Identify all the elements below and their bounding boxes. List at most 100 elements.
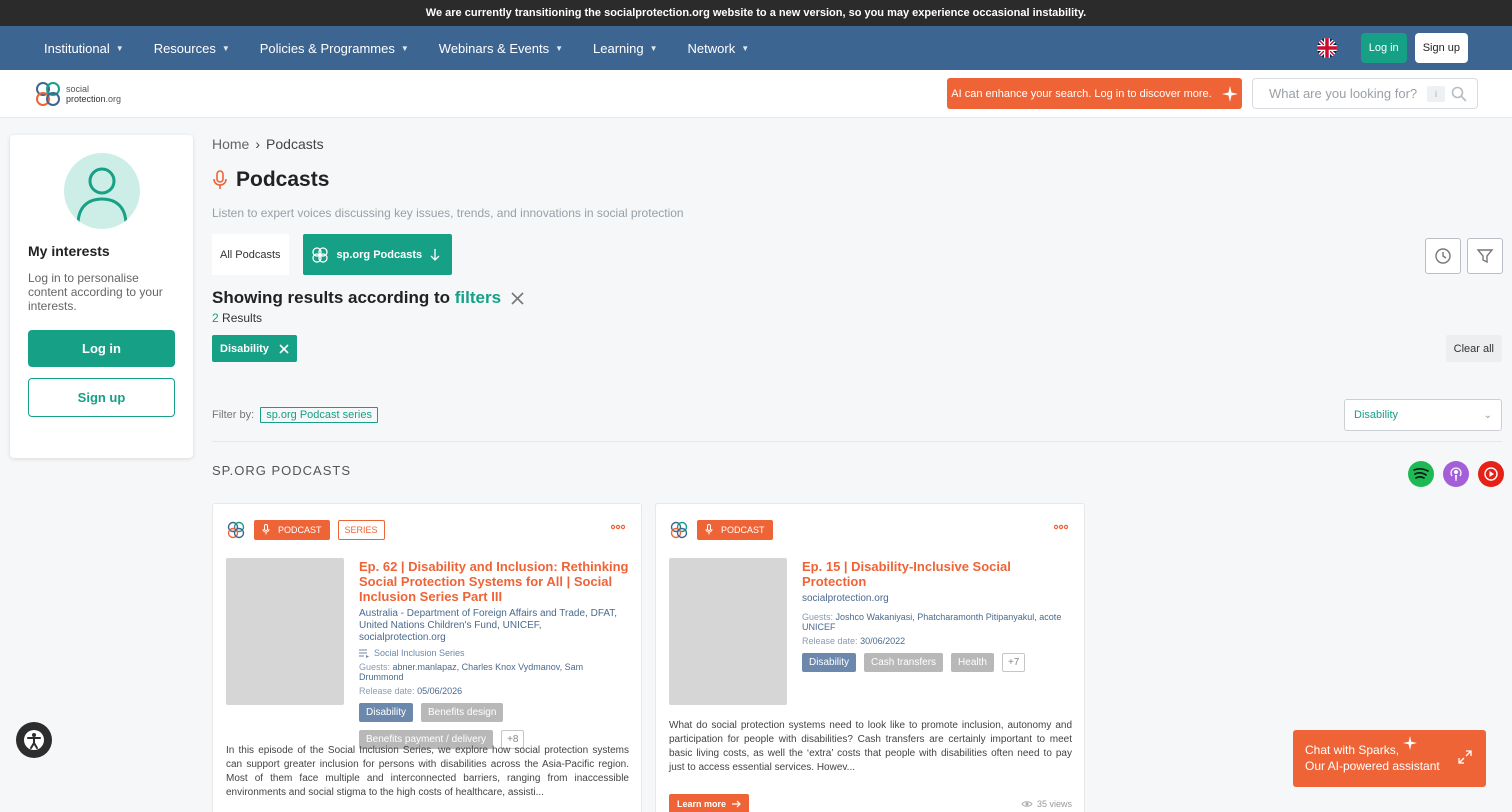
breadcrumb-home[interactable]: Home [212,136,249,152]
more-options-icon[interactable] [1054,524,1068,530]
results-label: Results [222,311,263,325]
nav-label: Policies & Programmes [259,40,395,56]
sparkle-icon [1403,736,1417,750]
release-label: Release date: [359,686,415,696]
podcast-card: PODCAST SERIES Ep. 62 | Disability and I… [212,503,642,812]
history-button[interactable] [1425,238,1461,274]
nav-policies-programmes[interactable]: Policies & Programmes ▼ [260,41,409,56]
tag[interactable]: Health [951,653,994,672]
login-button[interactable]: Log in [1360,33,1407,63]
results-heading: Showing results according to filters [212,288,1504,308]
search-placeholder: What are you looking for? [1269,86,1418,101]
caret-down-icon: ▼ [115,43,124,53]
ai-search-banner[interactable]: AI can enhance your search. Log in to di… [947,78,1242,109]
close-icon[interactable] [511,291,524,305]
tab-sporg-podcasts[interactable]: sp.org Podcasts [302,234,453,275]
results-heading-text: Showing results according to filters [212,288,501,308]
expand-icon [1458,750,1472,764]
filters-link[interactable]: filters [455,288,501,307]
results-number: 2 [212,311,219,325]
learn-more-label: Learn more [677,799,727,809]
playlist-icon [359,649,369,658]
clear-all-button[interactable]: Clear all [1445,335,1502,362]
nav-learning[interactable]: Learning ▼ [593,41,658,56]
search-input[interactable]: What are you looking for? i [1252,78,1478,109]
section-divider [212,441,1502,442]
logo-line: protection [66,93,106,104]
series-link[interactable]: Social Inclusion Series [359,648,629,658]
podcast-guests: Guests: abner.manlapaz, Charles Knox Vyd… [359,662,629,682]
filter-tag-series[interactable]: sp.org Podcast series [260,407,378,423]
filter-button[interactable] [1467,238,1503,274]
logo-line: social [66,83,90,94]
remove-chip-icon[interactable] [279,343,289,354]
top-navigation: Institutional ▼ Resources ▼ Policies & Pro… [0,26,1512,70]
filter-by-row: Filter by: sp.org Podcast series Disabil… [212,399,1504,431]
podcast-title[interactable]: Ep. 62 | Disability and Inclusion: Rethi… [359,559,629,604]
microphone-icon [705,524,713,535]
tag[interactable]: Cash transfers [864,653,944,672]
site-logo[interactable]: social protection.org [34,80,121,108]
apple-podcasts-icon[interactable] [1443,461,1469,487]
chip-label: Disability [220,342,269,355]
nav-resources[interactable]: Resources ▼ [154,41,230,56]
arrow-down-icon [430,248,440,261]
podcast-description: In this episode of the Social Inclusion … [226,745,629,798]
badge-label: PODCAST [278,524,322,535]
nav-network[interactable]: Network ▼ [688,41,750,56]
main-content: Home › Podcasts Podcasts Listen to exper… [212,118,1504,812]
learn-more-button[interactable]: Learn more [669,794,750,812]
podcast-release-date: Release date: 05/06/2026 [359,686,629,696]
tab-all-podcasts[interactable]: All Podcasts [212,234,289,275]
sidebar-login-button[interactable]: Log in [28,330,175,367]
ai-banner-text: AI can enhance your search. Log in to di… [951,87,1212,100]
nav-institutional[interactable]: Institutional ▼ [44,41,124,56]
guests-value: Joshco Wakaniyasi, Phatcharamonth Pitipa… [802,612,1062,632]
info-icon[interactable]: i [1427,85,1445,102]
site-header: social protection.org AI can enhance you… [0,70,1512,118]
more-options-icon[interactable] [611,524,625,530]
active-filters: Disability Clear all [212,335,1504,362]
caret-down-icon: ▼ [555,43,564,53]
podcast-thumbnail[interactable] [226,558,344,705]
nav-actions: Log in Sign up [1316,33,1468,63]
youtube-icon[interactable] [1478,461,1504,487]
chat-assistant-button[interactable]: Chat with Sparks, Our AI-powered assista… [1293,730,1486,787]
tag[interactable]: Disability [359,703,414,722]
topic-select[interactable]: Disability ⌄ [1344,399,1502,431]
spotify-icon[interactable] [1408,461,1434,487]
history-icon [1435,248,1451,264]
sporg-logo-icon [227,521,245,538]
card-info: Ep. 62 | Disability and Inclusion: Rethi… [359,559,629,749]
page-title-text: Podcasts [236,168,330,191]
chevron-down-icon: ⌄ [1483,409,1492,421]
podcast-release-date: Release date: 30/06/2022 [802,636,1072,646]
nav-label: Institutional [44,40,110,56]
results-count: 2 Results [212,311,1504,325]
interests-title: My interests [28,243,110,259]
podcast-title[interactable]: Ep. 15 | Disability-Inclusive Social Pro… [802,559,1072,589]
accessibility-button[interactable] [16,722,52,758]
tag[interactable]: Benefits design [421,703,504,722]
podcast-tags: Disability Benefits design Benefits paym… [359,703,629,749]
filter-icon [1476,249,1494,264]
chat-line2: Our AI-powered assistant [1305,759,1440,773]
uk-flag-icon[interactable] [1316,38,1337,58]
caret-down-icon: ▼ [400,43,409,53]
signup-button[interactable]: Sign up [1414,33,1468,63]
search-icon[interactable] [1451,86,1467,102]
card-header: PODCAST [656,504,1084,541]
podcast-tabs: All Podcasts sp.org Podcasts [212,234,1504,275]
sidebar-signup-button[interactable]: Sign up [28,378,175,417]
filter-chip-disability[interactable]: Disability [212,335,297,362]
release-label: Release date: [802,636,858,646]
tag[interactable]: Disability [802,653,857,672]
more-tags[interactable]: +7 [1001,653,1026,672]
nav-webinars-events[interactable]: Webinars & Events ▼ [439,41,563,56]
transition-banner: We are currently transitioning the socia… [0,0,1512,26]
accessibility-icon [24,730,44,750]
card-header: PODCAST SERIES [213,504,641,541]
card-info: Ep. 15 | Disability-Inclusive Social Pro… [802,559,1072,672]
podcast-thumbnail[interactable] [669,558,787,705]
logo-line: .org [105,93,122,104]
